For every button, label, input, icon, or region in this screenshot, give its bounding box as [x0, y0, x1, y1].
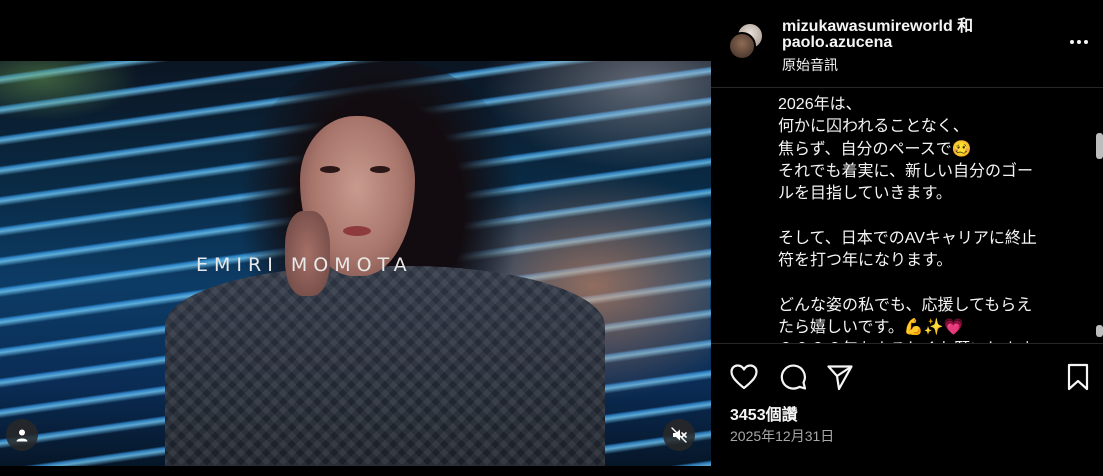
like-button[interactable] [730, 363, 758, 391]
mute-toggle-button[interactable] [663, 419, 695, 451]
person-jacket [165, 266, 605, 466]
send-icon [827, 365, 853, 391]
person-lips [343, 226, 371, 236]
comment-button[interactable] [779, 363, 807, 391]
heart-icon [730, 364, 758, 390]
post-caption: 2026年は、 何かに囚われることなく、 焦らず、自分のペースで🥴 それでも着実… [778, 96, 1037, 343]
bookmark-icon [1067, 363, 1089, 391]
post-video[interactable]: EMIRI MOMOTA [0, 61, 711, 466]
scrollbar-thumb[interactable] [1096, 133, 1103, 159]
author-username[interactable]: mizukawasumireworld 和 [782, 12, 973, 36]
post-details-panel: mizukawasumireworld 和 paolo.azucena 原始音訊… [711, 0, 1103, 476]
avatar-stack[interactable] [728, 22, 766, 60]
post-header: mizukawasumireworld 和 paolo.azucena 原始音訊 [711, 0, 1103, 88]
person-eye-right [370, 166, 390, 173]
more-options-button[interactable] [1067, 30, 1091, 54]
tagged-users-button[interactable] [6, 419, 38, 451]
media-area: EMIRI MOMOTA [0, 0, 711, 476]
original-audio-link[interactable]: 原始音訊 [782, 55, 838, 75]
avatar [728, 32, 756, 60]
save-button[interactable] [1064, 363, 1092, 391]
caption-scrollbar[interactable] [1091, 89, 1103, 343]
user-tag-icon [16, 429, 28, 442]
video-left-light [0, 61, 140, 121]
action-bar [711, 344, 1103, 404]
share-button[interactable] [826, 363, 854, 391]
more-horizontal-icon [1070, 40, 1088, 44]
muted-speaker-icon [671, 427, 687, 443]
scrollbar-arrow[interactable] [1096, 325, 1103, 337]
video-overlay-text: EMIRI MOMOTA [196, 254, 413, 276]
collaborator-username[interactable]: paolo.azucena [782, 34, 892, 52]
caption-area[interactable]: 2026年は、 何かに囚われることなく、 焦らず、自分のペースで🥴 それでも着実… [711, 89, 1103, 343]
comment-icon [780, 364, 807, 390]
likes-count[interactable]: 3453個讚 [730, 401, 798, 425]
person-eye-left [320, 166, 340, 173]
post-date[interactable]: 2025年12月31日 [730, 426, 834, 446]
